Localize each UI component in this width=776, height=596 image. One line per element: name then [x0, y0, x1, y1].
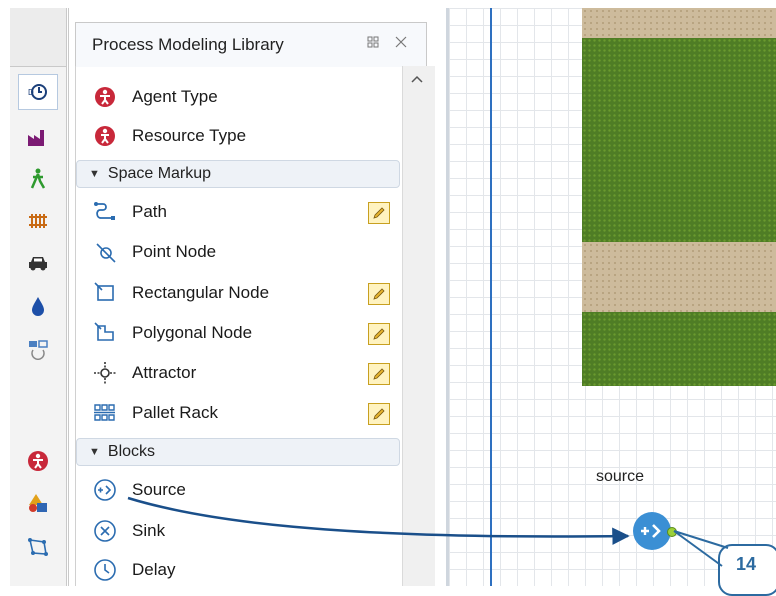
shapes-tab[interactable]	[19, 486, 57, 520]
list-item-attractor[interactable]: Attractor	[92, 356, 196, 390]
source-block-icon	[641, 524, 661, 538]
canvas-axis-line	[490, 8, 492, 586]
agent-type-icon	[92, 84, 118, 110]
edit-pencil-icon[interactable]	[368, 323, 390, 345]
factory-tab[interactable]	[19, 120, 57, 154]
close-tab-icon[interactable]	[394, 35, 408, 52]
path-icon	[92, 199, 118, 225]
polygonal-node-icon	[92, 320, 118, 346]
section-space-markup[interactable]: ▼ Space Markup	[76, 160, 400, 188]
list-item-pallet-rack[interactable]: Pallet Rack	[92, 396, 218, 430]
process-library-icon: D	[28, 84, 47, 100]
fluid-drop-icon	[32, 297, 44, 316]
list-item-resource-type[interactable]: Resource Type	[92, 119, 246, 153]
list-item-label: Path	[132, 202, 167, 221]
collapse-triangle-icon: ▼	[89, 168, 100, 180]
list-item-source[interactable]: Source	[92, 473, 186, 507]
callout-number: 14	[736, 554, 757, 574]
shapes-icon	[29, 494, 47, 512]
section-label: Blocks	[107, 443, 156, 460]
sink-icon	[92, 518, 118, 544]
grass-texture	[582, 38, 776, 242]
edit-pencil-icon[interactable]	[368, 202, 390, 224]
markup-icon	[28, 538, 48, 556]
source-icon	[92, 477, 118, 503]
pedestrian-icon	[30, 168, 46, 189]
rail-icon	[29, 214, 47, 228]
car-tab[interactable]	[19, 246, 57, 280]
list-item-label: Sink	[132, 521, 166, 540]
motion-tab[interactable]	[19, 332, 57, 366]
source-block-label: source	[596, 468, 645, 485]
list-item-label: Pallet Rack	[132, 403, 218, 422]
edit-pencil-icon[interactable]	[368, 363, 390, 385]
list-item-label: Point Node	[132, 242, 217, 261]
point-node-icon	[92, 239, 118, 265]
sand-texture	[582, 8, 776, 38]
pallet-rack-icon	[92, 400, 118, 426]
list-item-polygonal-node[interactable]: Polygonal Node	[92, 316, 252, 350]
list-item-delay[interactable]: Delay	[92, 553, 175, 587]
list-item-label: Polygonal Node	[132, 323, 253, 342]
delay-icon	[92, 557, 118, 583]
rail-tab[interactable]	[19, 204, 57, 238]
rectangular-node-icon	[92, 280, 118, 306]
motion-icon	[29, 340, 48, 360]
section-blocks[interactable]: ▼ Blocks	[76, 438, 400, 466]
attractor-icon	[92, 360, 118, 386]
palette-strip-header	[10, 8, 66, 67]
process-library-tab[interactable]: D	[18, 74, 58, 110]
palette-strip: D	[10, 8, 67, 586]
car-icon	[29, 257, 47, 271]
list-item-point-node[interactable]: Point Node	[92, 235, 216, 269]
source-output-port[interactable]	[667, 527, 677, 537]
list-item-label: Attractor	[132, 363, 197, 382]
resource-type-icon	[92, 123, 118, 149]
collapse-triangle-icon: ▼	[89, 446, 100, 458]
edit-pencil-icon[interactable]	[368, 283, 390, 305]
library-scrollbar[interactable]	[402, 66, 435, 586]
panel-title: Process Modeling Library	[92, 35, 284, 54]
grass-texture	[582, 312, 776, 386]
library-panel-header: Process Modeling Library	[75, 22, 427, 67]
scroll-up-icon[interactable]	[410, 74, 424, 84]
fluid-tab[interactable]	[19, 290, 57, 324]
list-item-label: Delay	[132, 560, 176, 579]
svg-text:D: D	[28, 88, 34, 97]
list-item-path[interactable]: Path	[92, 195, 167, 229]
agent-tab[interactable]	[19, 444, 57, 478]
markup-tab[interactable]	[19, 530, 57, 564]
app-window: D Process Modeling Library Agent Type Re…	[0, 0, 776, 596]
list-item-agent-type[interactable]: Agent Type	[92, 80, 218, 114]
edit-pencil-icon[interactable]	[368, 403, 390, 425]
list-item-label: Rectangular Node	[132, 283, 270, 302]
pedestrian-tab[interactable]	[19, 162, 57, 196]
list-item-label: Resource Type	[132, 126, 247, 145]
agent-icon	[28, 451, 48, 471]
list-item-label: Agent Type	[132, 87, 218, 106]
restore-icon[interactable]	[366, 35, 380, 52]
factory-icon	[28, 130, 44, 146]
sand-texture	[582, 242, 776, 312]
source-block[interactable]	[633, 512, 671, 550]
section-label: Space Markup	[107, 165, 212, 182]
list-item-label: Source	[132, 480, 186, 499]
list-item-sink[interactable]: Sink	[92, 514, 165, 548]
list-item-rectangular-node[interactable]: Rectangular Node	[92, 276, 269, 310]
